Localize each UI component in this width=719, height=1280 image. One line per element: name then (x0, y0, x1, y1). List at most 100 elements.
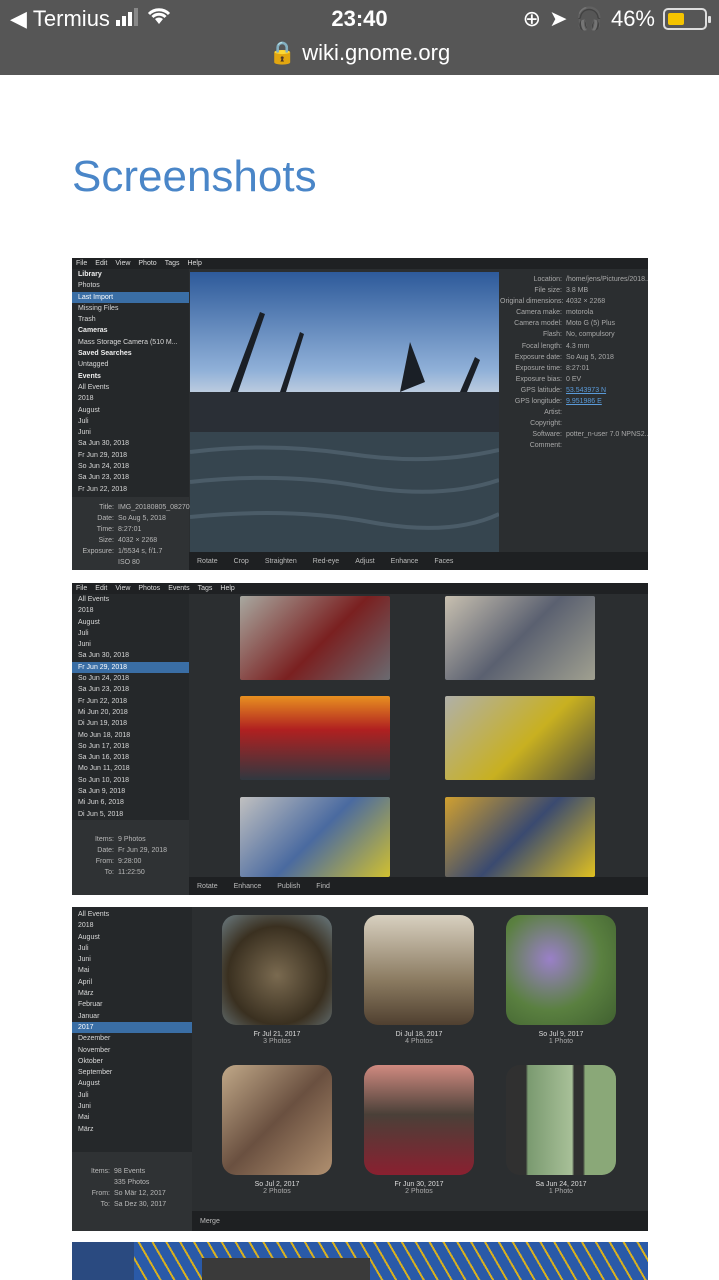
sidebar-item[interactable]: Untagged (72, 359, 189, 370)
sidebar-item[interactable]: Fr Jun 22, 2018 (72, 484, 189, 495)
sidebar-item[interactable]: 2018 (72, 393, 189, 404)
sidebar-item[interactable]: Cameras (72, 325, 189, 336)
sidebar-item[interactable]: Sa Jun 16, 2018 (72, 752, 189, 763)
sidebar-item[interactable]: Juli (72, 1090, 192, 1101)
sidebar-item[interactable]: Photos (72, 280, 189, 291)
sidebar-item[interactable]: Juni (72, 1101, 192, 1112)
address-bar[interactable]: 🔒 wiki.gnome.org (0, 40, 719, 66)
sidebar-item[interactable]: Mo Jun 11, 2018 (72, 763, 189, 774)
sidebar-item[interactable]: Fr Jun 29, 2018 (72, 450, 189, 461)
sidebar-item[interactable]: Mai (72, 1112, 192, 1123)
menu-item[interactable]: File (76, 258, 87, 269)
sidebar-item[interactable]: März (72, 988, 192, 999)
photo-thumb-1[interactable] (240, 596, 390, 680)
sidebar-item[interactable]: All Events (72, 594, 189, 605)
toolbar-button[interactable]: Enhance (234, 883, 262, 890)
toolbar-button[interactable]: Rotate (197, 558, 218, 565)
sidebar-item[interactable]: Dezember (72, 1033, 192, 1044)
sidebar-item[interactable]: Mo Jun 18, 2018 (72, 730, 189, 741)
sidebar-item[interactable]: Mi Jun 20, 2018 (72, 707, 189, 718)
toolbar-button[interactable]: Find (316, 883, 330, 890)
sidebar-item[interactable]: Fr Jun 29, 2018 (72, 661, 189, 674)
sidebar-item[interactable]: All Events (72, 909, 192, 920)
toolbar-button[interactable]: Straighten (265, 558, 297, 565)
event-thumb-lavender[interactable] (506, 915, 616, 1025)
sidebar-item[interactable]: Juli (72, 416, 189, 427)
sidebar-item[interactable]: Februar (72, 999, 192, 1010)
photo-thumb-3[interactable] (240, 696, 390, 780)
sidebar-item[interactable]: Januar (72, 1011, 192, 1022)
photo-thumb-5[interactable] (240, 797, 390, 877)
sidebar-item[interactable]: November (72, 1045, 192, 1056)
photo-thumb-4[interactable] (445, 696, 595, 780)
screenshot-events-view[interactable]: All Events 2018 August Juli Juni Mai April März… (72, 907, 648, 1231)
screenshot-partial[interactable] (72, 1242, 648, 1280)
sidebar-item[interactable]: Juni (72, 639, 189, 650)
menu-item[interactable]: Edit (95, 583, 107, 594)
sidebar-item[interactable]: Library (72, 269, 189, 280)
event-thumb-fur[interactable] (222, 1065, 332, 1175)
sidebar-item[interactable]: Di Jun 5, 2018 (72, 809, 189, 820)
sidebar-item[interactable]: Missing Files (72, 303, 189, 314)
menu-item[interactable]: Edit (95, 258, 107, 269)
toolbar-button[interactable]: Enhance (391, 558, 419, 565)
photo-thumb-6[interactable] (445, 797, 595, 877)
sidebar-item[interactable]: Sa Jun 9, 2018 (72, 786, 189, 797)
menu-item[interactable]: Help (220, 583, 234, 594)
toolbar-button[interactable]: Red-eye (313, 558, 339, 565)
screenshot-event-grid[interactable]: File Edit View Photos Events Tags Help All Eve… (72, 583, 648, 895)
sidebar-item[interactable]: 2018 (72, 605, 189, 616)
sidebar-item[interactable]: Sa Jun 30, 2018 (72, 438, 189, 449)
sidebar-item[interactable]: Oktober (72, 1056, 192, 1067)
menu-item[interactable]: Photo (138, 258, 156, 269)
sidebar-item[interactable]: Juni (72, 954, 192, 965)
sidebar-item[interactable]: Sa Jun 23, 2018 (72, 684, 189, 695)
sidebar-item[interactable]: Mi Jun 6, 2018 (72, 797, 189, 808)
toolbar-button[interactable]: Merge (200, 1218, 220, 1225)
sidebar-item[interactable]: Last Import (72, 291, 189, 303)
toolbar-button[interactable]: Faces (434, 558, 453, 565)
sidebar-item[interactable]: Fr Jun 22, 2018 (72, 696, 189, 707)
sidebar-item[interactable]: August (72, 617, 189, 628)
sidebar-item[interactable]: Sa Jun 23, 2018 (72, 472, 189, 483)
metadata-value[interactable]: 53.543973 N (566, 387, 606, 394)
sidebar-item[interactable]: August (72, 405, 189, 416)
toolbar-button[interactable]: Adjust (355, 558, 374, 565)
sidebar-item[interactable]: August (72, 1078, 192, 1089)
toolbar-button[interactable]: Crop (234, 558, 249, 565)
menu-item[interactable]: File (76, 583, 87, 594)
event-thumb-cat2[interactable] (364, 1065, 474, 1175)
menu-item[interactable]: Tags (165, 258, 180, 269)
sidebar-item[interactable]: September (72, 1067, 192, 1078)
sidebar-item[interactable]: All Events (72, 382, 189, 393)
menu-item[interactable]: Tags (198, 583, 213, 594)
toolbar-button[interactable]: Rotate (197, 883, 218, 890)
event-thumb-cat[interactable] (222, 915, 332, 1025)
menu-item[interactable]: Photos (138, 583, 160, 594)
photo-thumb-2[interactable] (445, 596, 595, 680)
sidebar-item[interactable]: März (72, 1124, 192, 1135)
event-thumb-sheep[interactable] (506, 1065, 616, 1175)
sidebar-item[interactable]: Saved Searches (72, 348, 189, 359)
sidebar-item[interactable]: So Jun 17, 2018 (72, 741, 189, 752)
sidebar-item[interactable]: Mass Storage Camera (510 M... (72, 337, 189, 348)
sidebar-item[interactable]: 2017 (72, 1021, 192, 1034)
metadata-value[interactable]: 9.951986 E (566, 398, 602, 405)
sidebar-item[interactable]: Trash (72, 314, 189, 325)
sidebar-item[interactable]: Events (72, 371, 189, 382)
sidebar-item[interactable]: Juni (72, 427, 189, 438)
screenshot-photo-viewer[interactable]: File Edit View Photo Tags Help Library Photos L… (72, 258, 648, 570)
event-thumb-bike[interactable] (364, 915, 474, 1025)
sidebar-item[interactable]: So Jun 24, 2018 (72, 673, 189, 684)
sidebar-item[interactable]: August (72, 932, 192, 943)
sidebar-item[interactable]: 2018 (72, 920, 192, 931)
menu-item[interactable]: View (115, 583, 130, 594)
menu-item[interactable]: Events (168, 583, 189, 594)
sidebar-item[interactable]: April (72, 977, 192, 988)
sidebar-item[interactable]: Juli (72, 628, 189, 639)
sidebar-item[interactable]: Juli (72, 943, 192, 954)
menu-item[interactable]: Help (187, 258, 201, 269)
sidebar-item[interactable]: So Jun 24, 2018 (72, 461, 189, 472)
toolbar-button[interactable]: Publish (277, 883, 300, 890)
sidebar-item[interactable]: Sa Jun 30, 2018 (72, 650, 189, 661)
